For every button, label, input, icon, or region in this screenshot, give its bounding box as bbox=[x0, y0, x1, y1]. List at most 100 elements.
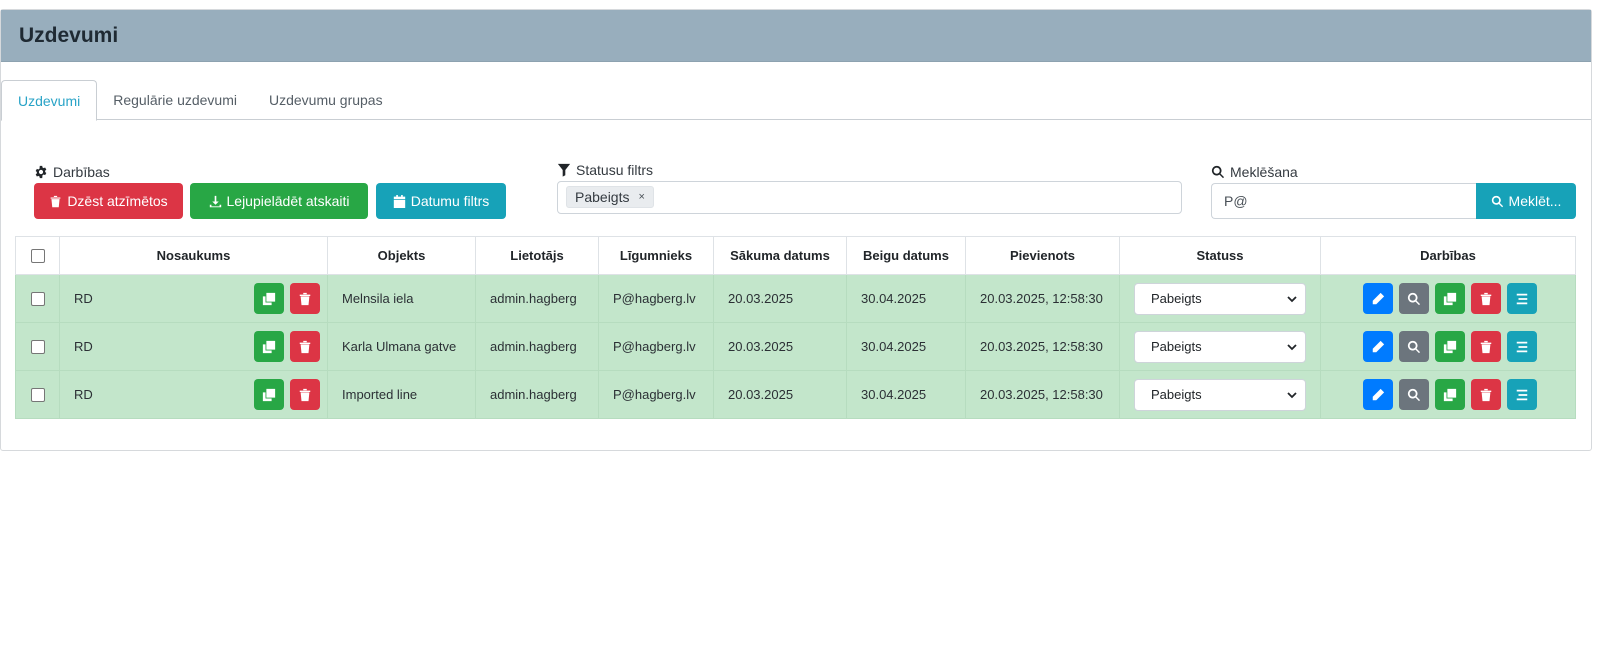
trash-icon bbox=[50, 195, 61, 207]
copy-icon bbox=[1443, 340, 1457, 353]
duplicate-button[interactable] bbox=[1435, 331, 1465, 362]
date-filter-button[interactable]: Datumu filtrs bbox=[376, 183, 506, 219]
copy-icon bbox=[1443, 292, 1457, 305]
col-user[interactable]: Lietotājs bbox=[475, 236, 599, 275]
trash-icon bbox=[1480, 292, 1492, 305]
details-button[interactable] bbox=[1507, 283, 1537, 314]
pencil-icon bbox=[1371, 388, 1385, 401]
view-button[interactable] bbox=[1399, 331, 1429, 362]
trash-icon bbox=[1480, 388, 1492, 401]
download-report-button[interactable]: Lejupielādēt atskaiti bbox=[190, 183, 368, 219]
end-date-cell: 30.04.2025 bbox=[846, 322, 966, 371]
view-button[interactable] bbox=[1399, 283, 1429, 314]
select-all-checkbox[interactable] bbox=[30, 249, 45, 264]
row-actions bbox=[1335, 379, 1561, 410]
table-row: RD Imported line admin.hagberg P@hagberg… bbox=[15, 370, 1576, 419]
row-checkbox[interactable] bbox=[30, 340, 45, 355]
added-cell: 20.03.2025, 12:58:30 bbox=[965, 370, 1120, 419]
col-name[interactable]: Nosaukums bbox=[59, 236, 328, 275]
contractor-cell: P@hagberg.lv bbox=[598, 370, 714, 419]
col-status[interactable]: Statuss bbox=[1119, 236, 1321, 275]
status-cell: Pabeigts bbox=[1119, 322, 1321, 371]
remove-button[interactable] bbox=[1471, 379, 1501, 410]
copy-button[interactable] bbox=[254, 379, 284, 410]
status-filter-label-text: Statusu filtrs bbox=[576, 162, 654, 178]
status-select[interactable]: Pabeigts bbox=[1134, 282, 1306, 315]
list-icon bbox=[1516, 389, 1528, 400]
status-select[interactable]: Pabeigts bbox=[1134, 330, 1306, 363]
date-filter-label: Datumu filtrs bbox=[410, 193, 490, 209]
copy-icon bbox=[262, 340, 276, 353]
edit-button[interactable] bbox=[1363, 331, 1393, 362]
select-all-cell bbox=[15, 236, 60, 275]
edit-button[interactable] bbox=[1363, 379, 1393, 410]
status-select[interactable]: Pabeigts bbox=[1134, 378, 1306, 411]
delete-button[interactable] bbox=[290, 379, 320, 410]
end-date-cell: 30.04.2025 bbox=[846, 370, 966, 419]
list-icon bbox=[1516, 293, 1528, 304]
task-name: RD bbox=[74, 291, 93, 306]
search-label: Meklēšana bbox=[1211, 164, 1298, 180]
tab-bar: Uzdevumi Regulārie uzdevumi Uzdevumu gru… bbox=[1, 80, 1591, 121]
search-icon bbox=[1407, 292, 1421, 305]
copy-button[interactable] bbox=[254, 283, 284, 314]
delete-selected-button[interactable]: Dzēst atzīmētos bbox=[34, 183, 183, 219]
chevron-down-icon bbox=[1287, 391, 1297, 398]
tab-uzdevumi[interactable]: Uzdevumi bbox=[1, 80, 98, 121]
duplicate-button[interactable] bbox=[1435, 379, 1465, 410]
copy-icon bbox=[262, 388, 276, 401]
added-cell: 20.03.2025, 12:58:30 bbox=[965, 274, 1120, 323]
trash-icon bbox=[299, 388, 311, 401]
delete-button[interactable] bbox=[290, 331, 320, 362]
start-date-cell: 20.03.2025 bbox=[713, 274, 847, 323]
copy-icon bbox=[262, 292, 276, 305]
duplicate-button[interactable] bbox=[1435, 283, 1465, 314]
name-actions bbox=[254, 283, 320, 314]
download-icon bbox=[209, 195, 221, 207]
status-filter-select[interactable]: Pabeigts × bbox=[557, 181, 1182, 214]
tasks-table: Nosaukums Objekts Lietotājs Līgumnieks S… bbox=[15, 236, 1576, 419]
remove-button[interactable] bbox=[1471, 331, 1501, 362]
col-end-date[interactable]: Beigu datums bbox=[846, 236, 966, 275]
col-added[interactable]: Pievienots bbox=[965, 236, 1120, 275]
table-header-row: Nosaukums Objekts Lietotājs Līgumnieks S… bbox=[15, 236, 1576, 275]
status-filter-label: Statusu filtrs bbox=[557, 162, 653, 178]
search-icon bbox=[1211, 165, 1225, 179]
actions-label: Darbības bbox=[34, 164, 110, 180]
search-button[interactable]: Meklēt... bbox=[1476, 183, 1576, 219]
gear-icon bbox=[35, 165, 47, 179]
col-contractor[interactable]: Līgumnieks bbox=[598, 236, 714, 275]
details-button[interactable] bbox=[1507, 331, 1537, 362]
status-select-value: Pabeigts bbox=[1151, 339, 1202, 354]
list-icon bbox=[1516, 341, 1528, 352]
name-cell: RD bbox=[59, 370, 328, 419]
status-cell: Pabeigts bbox=[1119, 274, 1321, 323]
copy-icon bbox=[1443, 388, 1457, 401]
view-button[interactable] bbox=[1399, 379, 1429, 410]
copy-button[interactable] bbox=[254, 331, 284, 362]
remove-button[interactable] bbox=[1471, 283, 1501, 314]
search-input[interactable] bbox=[1211, 183, 1476, 219]
calendar-icon bbox=[393, 194, 405, 208]
card-header: Uzdevumi bbox=[1, 10, 1591, 62]
delete-button[interactable] bbox=[290, 283, 320, 314]
edit-button[interactable] bbox=[1363, 283, 1393, 314]
row-checkbox[interactable] bbox=[30, 292, 45, 307]
end-date-cell: 30.04.2025 bbox=[846, 274, 966, 323]
row-checkbox[interactable] bbox=[30, 388, 45, 403]
contractor-cell: P@hagberg.lv bbox=[598, 322, 714, 371]
start-date-cell: 20.03.2025 bbox=[713, 322, 847, 371]
task-name: RD bbox=[74, 339, 93, 354]
details-button[interactable] bbox=[1507, 379, 1537, 410]
col-object[interactable]: Objekts bbox=[327, 236, 476, 275]
chip-remove-icon[interactable]: × bbox=[638, 191, 644, 203]
tab-uzdevumu-grupas[interactable]: Uzdevumu grupas bbox=[253, 80, 399, 120]
row-actions bbox=[1335, 331, 1561, 362]
user-cell: admin.hagberg bbox=[475, 370, 599, 419]
object-cell: Imported line bbox=[327, 370, 476, 419]
tab-regularie-uzdevumi[interactable]: Regulārie uzdevumi bbox=[97, 80, 253, 120]
search-label-text: Meklēšana bbox=[1230, 164, 1298, 180]
col-start-date[interactable]: Sākuma datums bbox=[713, 236, 847, 275]
table-row: RD Melnsila iela admin.hagberg P@hagberg… bbox=[15, 274, 1576, 323]
name-cell: RD bbox=[59, 274, 328, 323]
